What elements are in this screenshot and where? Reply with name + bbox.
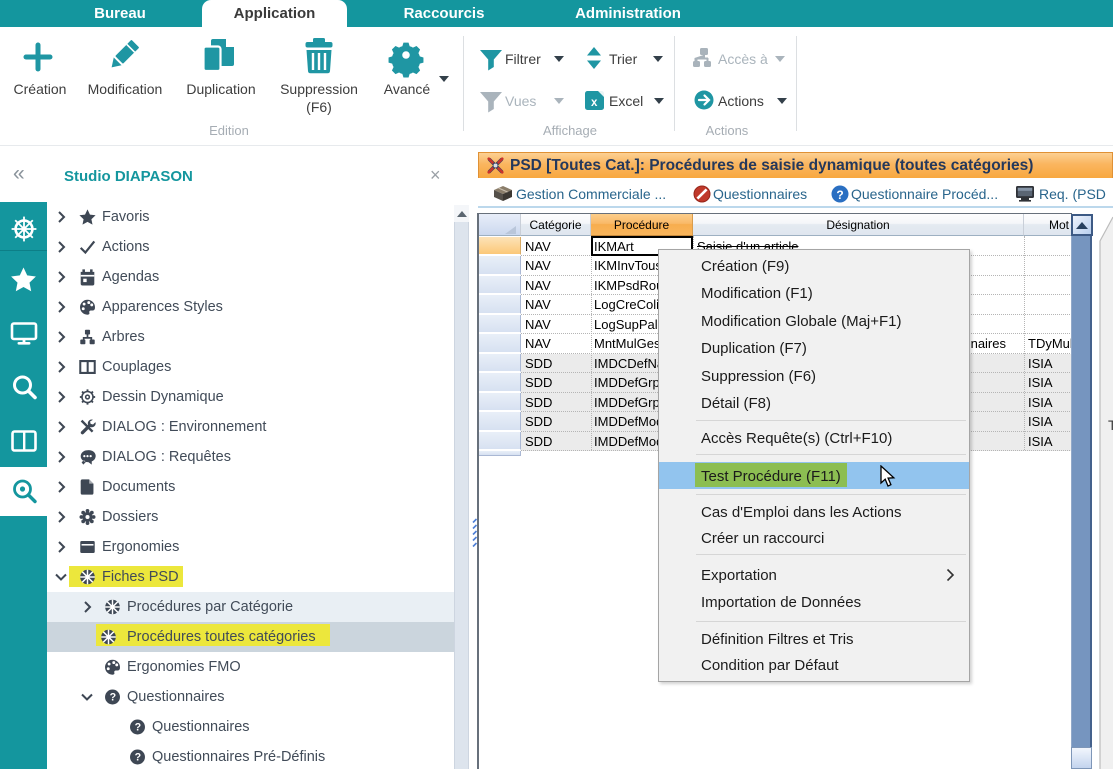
svg-text:?: ?: [836, 188, 843, 202]
svg-text:x: x: [591, 97, 598, 109]
